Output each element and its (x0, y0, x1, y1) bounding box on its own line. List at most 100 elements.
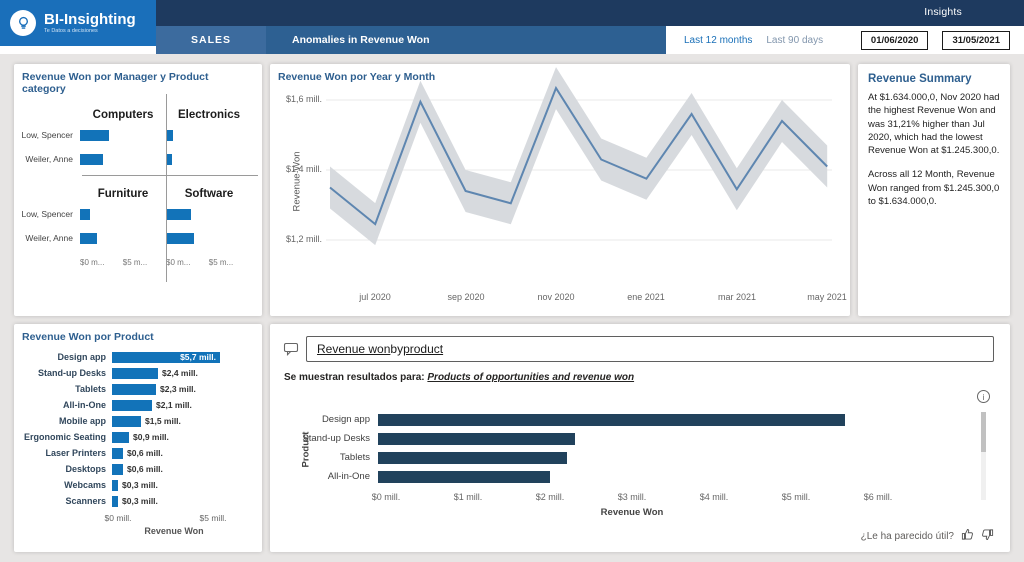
date-from-input[interactable]: 01/06/2020 (861, 31, 929, 50)
axis-tick: $5 m... (123, 258, 147, 267)
axis-tick: $0 mill. (105, 513, 132, 523)
manager-label: Low, Spencer (20, 130, 80, 140)
axis-tick: mar 2021 (718, 292, 756, 302)
bar-row: Weiler, Anne (20, 147, 258, 171)
thumbs-down-icon[interactable] (981, 528, 994, 544)
axis-tick: $1 mill. (454, 492, 483, 502)
small-multiples-chart: ComputersElectronicsLow, SpencerWeiler, … (14, 97, 262, 270)
card-manager-category: Revenue Won por Manager y Product catego… (14, 64, 262, 316)
bar-row: Stand-up Desks $2,4 mill. (20, 365, 256, 381)
manager-label: Weiler, Anne (20, 154, 80, 164)
value-label: $0,6 mill. (127, 464, 163, 474)
card-year-month: Revenue Won por Year y Month Revenue Won… (270, 64, 850, 316)
qa-query-text: by (390, 342, 403, 356)
bar[interactable] (80, 154, 103, 165)
qa-query-text: product (403, 342, 443, 356)
bar[interactable] (112, 416, 141, 427)
card-title: Revenue Summary (858, 64, 1010, 89)
tab-sales[interactable]: SALES (156, 26, 266, 54)
category-label: Desktops (20, 464, 112, 474)
lightbulb-icon (10, 10, 36, 36)
category-label: Ergonomic Seating (20, 432, 112, 442)
y-axis-title: Revenue Won (292, 147, 303, 217)
category-label: Mobile app (20, 416, 112, 426)
qa-results-term[interactable]: Products of opportunities and revenue wo… (427, 372, 634, 383)
value-label: $1,5 mill. (145, 416, 181, 426)
bar[interactable] (378, 471, 550, 483)
insights-menu[interactable]: Insights (924, 6, 962, 18)
bar-row: All-in-One$2,1 mill. (20, 397, 256, 413)
bar[interactable] (112, 384, 156, 395)
x-axis: $0 mill.$1 mill.$2 mill.$3 mill.$4 mill.… (386, 492, 966, 505)
bar-row: Low, Spencer (20, 123, 258, 147)
value-label: $2,4 mill. (162, 368, 198, 378)
bar[interactable] (112, 448, 123, 459)
qa-results-prefix: Se muestran resultados para: (284, 372, 427, 383)
category-label: All-in-One (20, 400, 112, 410)
date-to-input[interactable]: 31/05/2021 (942, 31, 1010, 50)
thumbs-up-icon[interactable] (961, 528, 974, 544)
bar[interactable] (80, 130, 109, 141)
axis-tick: ene 2021 (627, 292, 665, 302)
value-label: $0,3 mill. (122, 496, 158, 506)
category-label: Laser Printers (20, 448, 112, 458)
bar-row: Tablets (284, 448, 966, 467)
bar[interactable] (166, 233, 194, 244)
qa-query-text: Revenue won (317, 342, 390, 356)
bar[interactable] (112, 368, 158, 379)
bar[interactable] (80, 233, 97, 244)
category-label: Tablets (284, 452, 378, 463)
axis-tick: jul 2020 (359, 292, 391, 302)
scrollbar[interactable] (981, 412, 986, 500)
category-label: Design app (20, 352, 112, 362)
brand-text: BI-Insighting Te Datos a decisiones (44, 12, 136, 34)
speech-bubble-icon (283, 341, 299, 362)
bar[interactable] (112, 496, 118, 507)
bar-row: Tablets$2,3 mill. (20, 381, 256, 397)
axis-tick: $1,2 mill. (270, 234, 322, 244)
brand-tagline: Te Datos a decisiones (44, 28, 136, 34)
category-label: Stand-up Desks (284, 433, 378, 444)
axis-tick: $5 mill. (200, 513, 227, 523)
bar[interactable] (112, 432, 129, 443)
category-header: Software (166, 188, 252, 200)
bar[interactable] (112, 480, 118, 491)
category-label: Stand-up Desks (20, 368, 112, 378)
filter-last-12-months[interactable]: Last 12 months (684, 35, 752, 46)
category-header: Computers (80, 109, 166, 121)
bar[interactable] (112, 464, 123, 475)
axis-tick: $0 m... (166, 258, 190, 267)
card-revenue-summary: Revenue Summary At $1.634.000,0, Nov 202… (858, 64, 1010, 316)
bar-row: Laser Printers$0,6 mill. (20, 445, 256, 461)
bar-row: Stand-up Desks (284, 429, 966, 448)
axis-tick: $0 mill. (372, 492, 401, 502)
scrollbar-thumb[interactable] (981, 412, 986, 452)
card-qa: Revenue won by product Se muestran resul… (270, 324, 1010, 552)
bar[interactable] (378, 414, 845, 426)
bar-row: Design app$5,7 mill. (20, 349, 256, 365)
line-chart[interactable] (326, 78, 840, 278)
category-label: All-in-One (284, 471, 378, 482)
qa-question-input[interactable]: Revenue won by product (306, 336, 994, 362)
info-icon[interactable]: i (977, 390, 990, 403)
bar-row: Webcams$0,3 mill. (20, 477, 256, 493)
bar[interactable] (80, 209, 90, 220)
bar[interactable] (112, 400, 152, 411)
bar[interactable] (378, 452, 567, 464)
x-axis: $0 m...$5 m...$0 m...$5 m... (20, 258, 258, 270)
bar[interactable] (166, 209, 191, 220)
bar[interactable]: $5,7 mill. (112, 352, 220, 363)
category-label: Tablets (20, 384, 112, 394)
card-title: Revenue Won por Product (14, 324, 262, 345)
axis-tick: nov 2020 (537, 292, 574, 302)
brand-logo: BI-Insighting Te Datos a decisiones (0, 0, 156, 46)
axis-title: Revenue Won (118, 526, 230, 536)
brand-name: BI-Insighting (44, 12, 136, 28)
bar-row: Ergonomic Seating$0,9 mill. (20, 429, 256, 445)
summary-paragraph: Across all 12 Month, Revenue Won ranged … (868, 168, 1000, 208)
bar-row: All-in-One (284, 467, 966, 486)
filter-last-90-days[interactable]: Last 90 days (766, 35, 823, 46)
bar[interactable] (378, 433, 575, 445)
axis-tick: may 2021 (807, 292, 847, 302)
bar-row: Low, Spencer (20, 202, 258, 226)
